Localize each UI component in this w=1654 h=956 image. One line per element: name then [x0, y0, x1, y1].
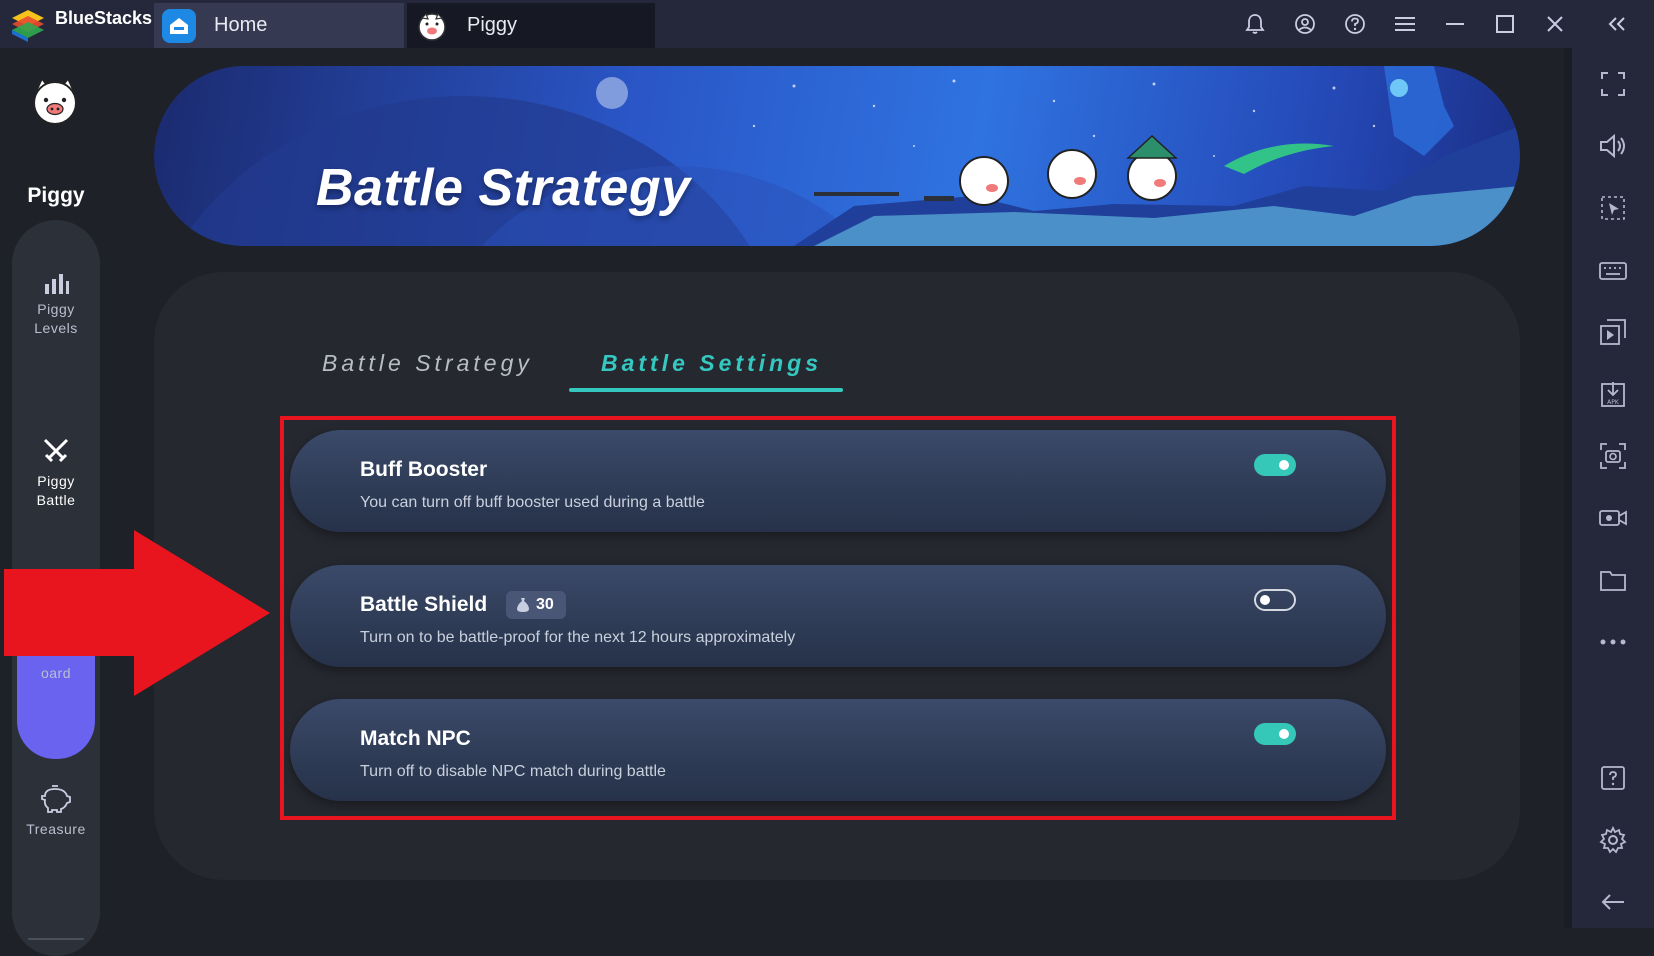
fullscreen-icon[interactable] [1572, 64, 1654, 104]
annotation-arrow-icon [4, 530, 270, 696]
screenshot-icon[interactable] [1572, 436, 1654, 476]
collapse-sidebar-icon[interactable] [1580, 0, 1654, 48]
highlight-box [280, 416, 1396, 820]
sidebar-divider [1564, 48, 1572, 928]
app-sidebar: Piggy Piggy Levels Piggy Battle oard Tre… [0, 48, 112, 956]
multi-instance-icon[interactable] [1572, 312, 1654, 352]
tab-piggy-label: Piggy [467, 14, 518, 36]
title-bar: BlueStacks Home Piggy [0, 0, 1654, 48]
back-arrow-icon[interactable] [1572, 882, 1654, 922]
tab-home[interactable]: Home [154, 3, 404, 48]
sidebar-item-piggy-levels[interactable]: Piggy Levels [12, 272, 100, 338]
crossed-swords-icon [43, 438, 69, 463]
bar-chart-icon [45, 274, 69, 294]
tab-home-label: Home [214, 14, 268, 36]
record-icon[interactable] [1572, 498, 1654, 538]
install-apk-icon[interactable]: APK [1572, 374, 1654, 414]
folder-icon[interactable] [1572, 560, 1654, 600]
app-brand-name: BlueStacks [55, 8, 153, 28]
more-icon[interactable] [1572, 622, 1654, 662]
sidebar-item-label: Treasure [26, 821, 86, 837]
help-icon[interactable] [1330, 0, 1380, 48]
app-name: Piggy [27, 184, 85, 207]
close-icon[interactable] [1530, 0, 1580, 48]
banner-artwork [178, 66, 1520, 246]
maximize-icon[interactable] [1480, 0, 1530, 48]
hero-banner: Battle Strategy [154, 66, 1520, 246]
sidebar-item-label: Piggy [37, 473, 75, 489]
active-tab-underline [569, 388, 843, 392]
home-icon [162, 8, 196, 43]
menu-icon[interactable] [1380, 0, 1430, 48]
select-region-icon[interactable] [1572, 188, 1654, 228]
sidebar-item-label: Levels [34, 320, 78, 336]
svg-text:APK: APK [1607, 399, 1620, 406]
tab-piggy[interactable]: Piggy [407, 3, 655, 48]
piggy-characters [959, 134, 1178, 206]
volume-icon[interactable] [1572, 126, 1654, 166]
tab-battle-strategy[interactable]: Battle Strategy [322, 350, 533, 377]
bell-icon[interactable] [1230, 0, 1280, 48]
emulator-toolbar: APK [1572, 48, 1654, 928]
sidebar-item-treasure[interactable]: Treasure [12, 784, 100, 839]
help-box-icon[interactable] [1572, 758, 1654, 798]
settings-gear-icon[interactable] [1572, 820, 1654, 860]
sidebar-item-label: Battle [36, 492, 76, 508]
piggy-logo-icon [33, 77, 77, 125]
keyboard-icon[interactable] [1572, 250, 1654, 290]
account-icon[interactable] [1280, 0, 1330, 48]
nav-divider [28, 938, 84, 940]
sidebar-item-piggy-battle-content[interactable]: Piggy Battle [12, 436, 100, 510]
bluestacks-logo-icon [12, 10, 44, 42]
tab-battle-settings[interactable]: Battle Settings [601, 350, 822, 377]
sidebar-item-label: Piggy [37, 301, 75, 317]
banner-title: Battle Strategy [316, 159, 691, 217]
minimize-icon[interactable] [1430, 0, 1480, 48]
piggy-bank-icon [41, 785, 71, 813]
piggy-icon [415, 9, 449, 43]
